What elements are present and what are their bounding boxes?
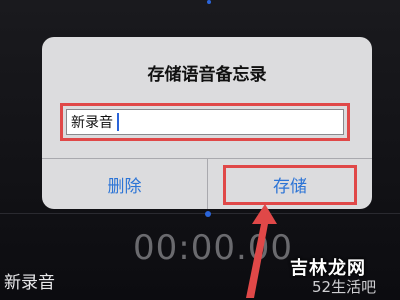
playhead-marker[interactable]: [205, 211, 211, 217]
recording-name-label: 新录音: [4, 273, 55, 293]
delete-button[interactable]: 删除: [42, 159, 207, 209]
save-memo-dialog: 存储语音备忘录 删除 存储: [42, 37, 372, 209]
dialog-title: 存储语音备忘录: [147, 65, 267, 85]
playhead-marker-top: [207, 0, 211, 4]
memo-name-input[interactable]: [66, 109, 344, 135]
recording-time: 00:00.00: [133, 228, 294, 268]
save-button[interactable]: 存储: [208, 159, 372, 209]
watermark-subtitle: 52生活吧: [312, 278, 377, 296]
text-caret: [117, 113, 119, 131]
timeline-line: [0, 213, 400, 214]
